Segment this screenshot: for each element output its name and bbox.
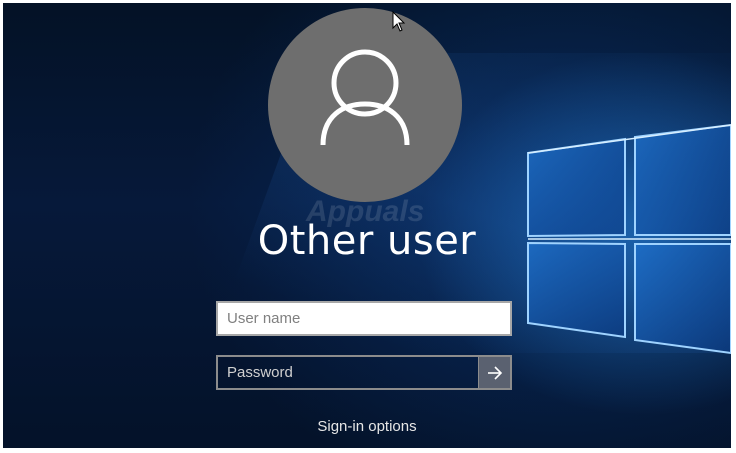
lock-screen: Appuals Other user Sign-in options [3,3,731,448]
password-field-container[interactable] [216,355,512,390]
username-field-container[interactable] [216,301,512,336]
user-silhouette-icon [320,49,410,146]
submit-button[interactable] [478,357,510,388]
sign-in-options-link[interactable]: Sign-in options [3,418,731,435]
password-input[interactable] [218,357,478,388]
user-display-name: Other user [257,218,477,264]
username-input[interactable] [218,303,510,334]
arrow-right-icon [487,365,502,380]
user-avatar [268,8,462,202]
mouse-cursor-icon [392,11,406,32]
